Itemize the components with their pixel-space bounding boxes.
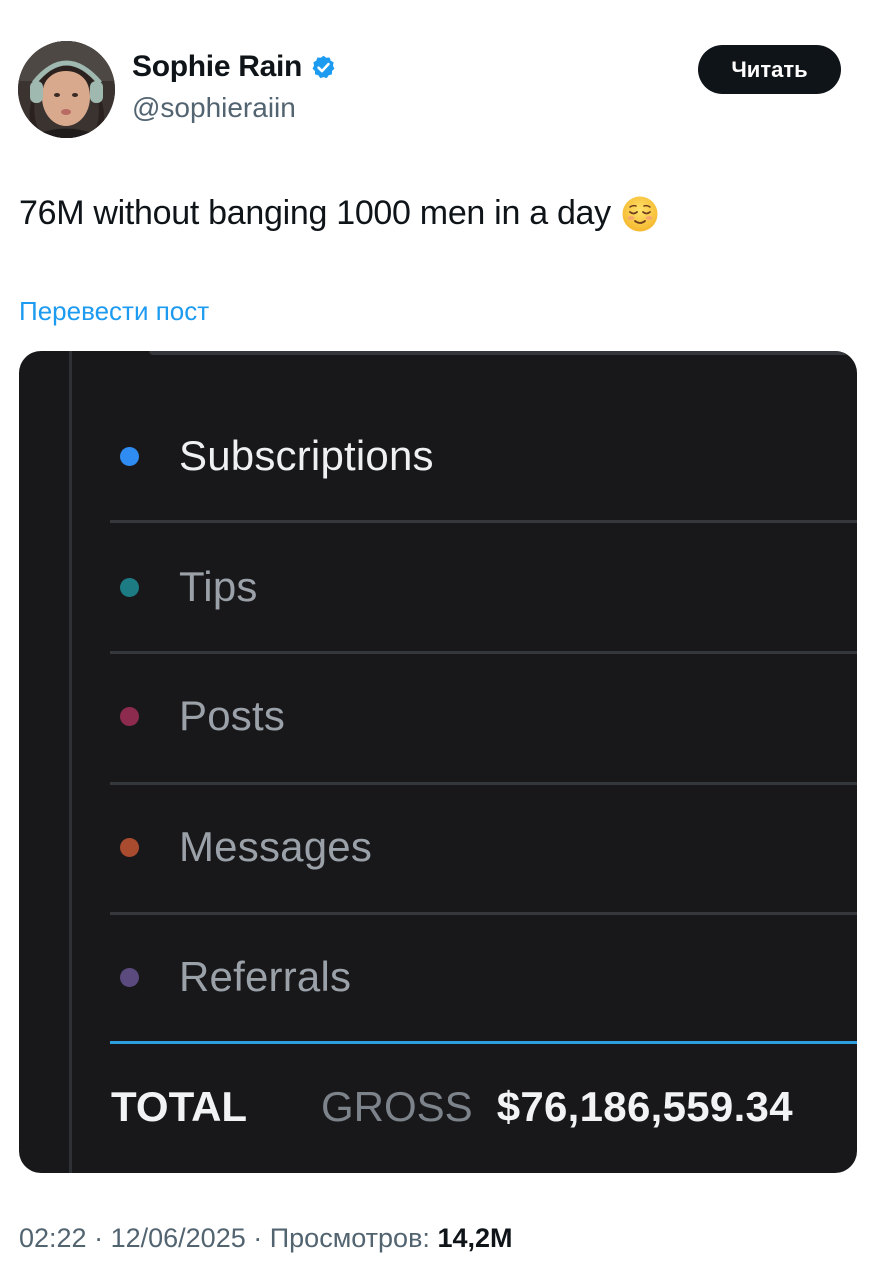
post-date[interactable]: 12/06/2025: [111, 1223, 246, 1253]
post-meta: 02:22 · 12/06/2025 · Просмотров: 14,2M: [19, 1223, 512, 1254]
tweet-text-body: 76M without banging 1000 men in a day: [19, 194, 611, 232]
translate-post-link[interactable]: Перевести пост: [19, 296, 209, 327]
tweet-text: 76M without banging 1000 men in a day: [19, 194, 659, 233]
total-label: TOTAL: [111, 1083, 248, 1130]
post-image[interactable]: Subscriptions Tips Posts Messages Referr…: [19, 351, 857, 1173]
category-row-tips: Tips: [110, 522, 857, 652]
category-row-referrals: Referrals: [110, 912, 857, 1042]
gross-value: $76,186,559.34: [496, 1083, 793, 1130]
category-dot-icon: [120, 446, 139, 466]
author-name[interactable]: Sophie Rain: [132, 50, 302, 84]
author-name-row[interactable]: Sophie Rain: [132, 50, 337, 84]
divider: [149, 351, 857, 355]
separator-dot: ·: [94, 1223, 111, 1253]
total-divider: [110, 1041, 857, 1044]
category-label: Subscriptions: [179, 432, 434, 479]
relieved-face-icon: [621, 195, 659, 233]
follow-button[interactable]: Читать: [698, 45, 841, 94]
views-label: Просмотров:: [269, 1223, 430, 1253]
category-row-posts: Posts: [110, 651, 857, 781]
gross-label: GROSS: [321, 1083, 473, 1130]
category-row-subscriptions: Subscriptions: [110, 391, 857, 521]
avatar[interactable]: [18, 41, 115, 138]
category-dot-icon: [120, 706, 139, 726]
author-handle[interactable]: @sophieraiin: [132, 92, 296, 124]
category-dot-icon: [120, 967, 139, 987]
category-label: Referrals: [179, 953, 352, 1000]
separator-dot: ·: [253, 1223, 270, 1253]
category-dot-icon: [120, 577, 139, 597]
divider: [69, 351, 72, 1173]
category-row-messages: Messages: [110, 782, 857, 912]
total-row: TOTAL GROSS $76,186,559.34: [111, 1074, 857, 1140]
profile-photo-icon: [18, 41, 115, 138]
views-count: 14,2M: [437, 1223, 513, 1253]
category-label: Tips: [179, 563, 258, 610]
category-label: Posts: [179, 692, 286, 739]
category-label: Messages: [179, 823, 373, 870]
category-dot-icon: [120, 837, 139, 857]
verified-badge-icon[interactable]: [310, 54, 337, 81]
post-time[interactable]: 02:22: [19, 1223, 87, 1253]
